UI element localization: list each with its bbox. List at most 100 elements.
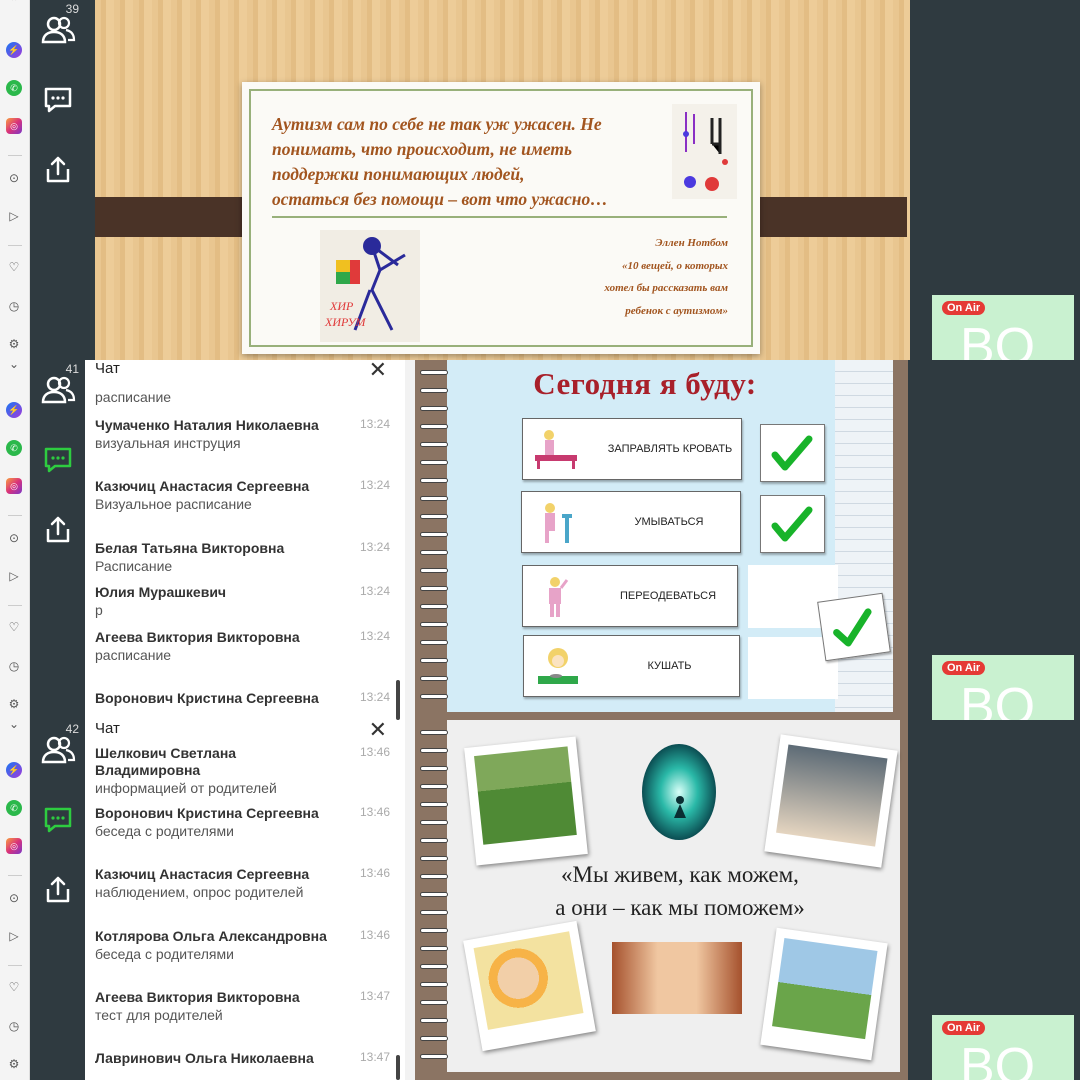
- close-icon[interactable]: ✕: [369, 720, 387, 741]
- settings-icon[interactable]: ⚙: [6, 336, 22, 352]
- browser-sidebar: ⌃ ⚡ ✆ ◎ ⊙ ▷ ♡ ◷ ⚙: [0, 0, 30, 360]
- task-card: УМЫВАТЬСЯ: [521, 491, 741, 553]
- share-icon[interactable]: [40, 514, 76, 546]
- panel-2: ⌄ ⚡ ✆ ◎ ⊙ ▷ ♡ ◷ ⚙ 41 Чат ✕ расписание Чу…: [0, 360, 1080, 720]
- share-icon[interactable]: [40, 154, 76, 186]
- on-air-badge: On Air: [942, 301, 986, 315]
- chat-title: Чат: [95, 360, 120, 377]
- schedule-title: Сегодня я буду:: [533, 366, 757, 401]
- heart-icon[interactable]: ♡: [6, 979, 22, 995]
- messenger-icon[interactable]: ⚡: [6, 762, 22, 778]
- settings-icon[interactable]: ⚙: [6, 696, 22, 712]
- chat-message: Воронович Кристина Сергеевна 13:24: [95, 690, 390, 706]
- settings-icon[interactable]: ⚙: [6, 1056, 22, 1072]
- on-air-badge: On Air: [942, 1021, 986, 1035]
- checkmark-icon: [771, 435, 813, 471]
- chevron-up-icon[interactable]: ⌄: [6, 720, 22, 732]
- glowing-figure-image: [642, 744, 716, 840]
- chat-icon[interactable]: [40, 84, 76, 116]
- checkbox-done: [760, 495, 825, 553]
- chat-panel: Чат ✕ расписание Чумаченко Наталия Никол…: [85, 360, 405, 720]
- close-icon[interactable]: ✕: [369, 360, 387, 381]
- photo-boy-sitting: [464, 736, 588, 866]
- chat-message: Агеева Виктория Викторовна расписание 13…: [95, 629, 390, 663]
- instagram-icon[interactable]: ◎: [6, 118, 22, 134]
- panel-3: ⌄ ⚡ ✆ ◎ ⊙ ▷ ♡ ◷ ⚙ 42 Шелкович Светлана В…: [0, 720, 1080, 1080]
- chat-icon[interactable]: [40, 804, 76, 836]
- slide-1-quote-card: Аутизм сам по себе не так уж ужасен. Не …: [242, 82, 760, 354]
- quote-text: Аутизм сам по себе не так уж ужасен. Не …: [272, 114, 608, 209]
- child-drawing-top: [672, 104, 737, 199]
- chat-panel: Шелкович Светлана Владимировна информаци…: [85, 720, 405, 1080]
- photo-child-covering-ears: [612, 942, 742, 1014]
- conference-rail: 39: [30, 0, 85, 360]
- heart-icon[interactable]: ♡: [6, 619, 22, 635]
- chevron-up-icon[interactable]: ⌃: [6, 0, 22, 10]
- participants-icon[interactable]: [40, 734, 76, 766]
- chat-message: Лавринович Ольга Николаевна 13:47: [95, 1050, 390, 1066]
- task-card: КУШАТЬ: [523, 635, 740, 697]
- task-label: ПЕРЕОДЕВАТЬСЯ: [619, 590, 717, 602]
- chat-scrollbar[interactable]: [396, 680, 400, 720]
- task-label: КУШАТЬ: [647, 660, 692, 672]
- on-air-initials: BO: [960, 318, 1036, 360]
- chat-icon[interactable]: [40, 444, 76, 476]
- whatsapp-icon[interactable]: ✆: [6, 80, 22, 96]
- heart-icon[interactable]: ♡: [6, 259, 22, 275]
- dressing-figure-icon: [549, 577, 569, 617]
- play-icon[interactable]: ⊙: [6, 170, 22, 186]
- chevron-up-icon[interactable]: ⌄: [6, 360, 22, 372]
- clock-icon[interactable]: ◷: [6, 298, 22, 314]
- task-card: ЗАПРАВЛЯТЬ КРОВАТЬ: [522, 418, 742, 480]
- photo-child-puzzle: [463, 920, 596, 1052]
- instagram-icon[interactable]: ◎: [6, 478, 22, 494]
- play-icon[interactable]: ⊙: [6, 530, 22, 546]
- whatsapp-icon[interactable]: ✆: [6, 440, 22, 456]
- instagram-icon[interactable]: ◎: [6, 838, 22, 854]
- messenger-icon[interactable]: ⚡: [6, 402, 22, 418]
- child-drawing-bottom: ХИР ХИРУМ: [320, 230, 420, 342]
- clock-icon[interactable]: ◷: [6, 658, 22, 674]
- chat-message: Агеева Виктория Викторовна тест для роди…: [95, 989, 390, 1023]
- participants-icon[interactable]: [40, 14, 76, 46]
- browser-sidebar: ⌄ ⚡ ✆ ◎ ⊙ ▷ ♡ ◷ ⚙: [0, 720, 30, 1080]
- eating-figure-icon: [538, 648, 578, 684]
- chat-message: Казючиц Анастасия Сергеевна наблюдением,…: [95, 866, 390, 900]
- checkmark-icon: [771, 506, 813, 542]
- chat-message: Шелкович Светлана Владимировна информаци…: [95, 745, 390, 796]
- task-card: ПЕРЕОДЕВАТЬСЯ: [522, 565, 738, 627]
- send-icon[interactable]: ▷: [6, 928, 22, 944]
- on-air-tile[interactable]: On Air BO: [932, 295, 1074, 360]
- slide-1-band-right: [742, 197, 907, 237]
- chat-message-text: расписание: [95, 389, 172, 405]
- photo-children-group: [760, 927, 888, 1061]
- chat-message: Юлия Мурашкевич р 13:24: [95, 584, 390, 618]
- messenger-icon[interactable]: ⚡: [6, 42, 22, 58]
- checkbox-loose: [817, 592, 891, 662]
- on-air-tile[interactable]: On Air BO: [932, 655, 1074, 720]
- send-icon[interactable]: ▷: [6, 568, 22, 584]
- chat-message: Чумаченко Наталия Николаевна визуальная …: [95, 417, 390, 451]
- clock-icon[interactable]: ◷: [6, 1018, 22, 1034]
- slide-1-band-left: [95, 197, 260, 237]
- chat-message: Котлярова Ольга Александровна беседа с р…: [95, 928, 390, 962]
- play-icon[interactable]: ⊙: [6, 890, 22, 906]
- whatsapp-icon[interactable]: ✆: [6, 800, 22, 816]
- checkbox-done: [760, 424, 825, 482]
- chat-scrollbar[interactable]: [396, 1055, 400, 1080]
- participants-icon[interactable]: [40, 374, 76, 406]
- slide-3-slogan: «Мы живем, как можем, а они – как мы пом…: [555, 862, 805, 920]
- photo-child-waving: [764, 734, 898, 868]
- conference-rail: 42: [30, 720, 85, 1080]
- send-icon[interactable]: ▷: [6, 208, 22, 224]
- on-air-tile[interactable]: On Air BO: [932, 1015, 1074, 1080]
- on-air-initials: BO: [960, 678, 1036, 720]
- checkmark-icon: [833, 608, 872, 647]
- browser-sidebar: ⌄ ⚡ ✆ ◎ ⊙ ▷ ♡ ◷ ⚙: [0, 360, 30, 720]
- chat-title: Чат: [95, 720, 345, 744]
- panel-1: ⌃ ⚡ ✆ ◎ ⊙ ▷ ♡ ◷ ⚙ 39 Аутизм сам по себе …: [0, 0, 1080, 360]
- share-icon[interactable]: [40, 874, 76, 906]
- chat-message: Воронович Кристина Сергеевна беседа с ро…: [95, 805, 390, 839]
- washing-figure-icon: [545, 503, 572, 543]
- on-air-badge: On Air: [942, 661, 986, 675]
